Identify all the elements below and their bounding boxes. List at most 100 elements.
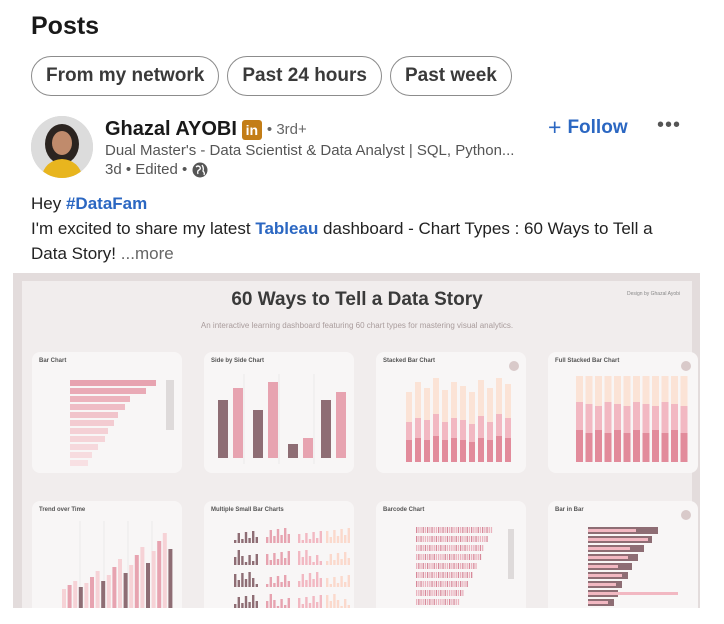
thumbnail-mark: [329, 554, 332, 565]
thumbnail-mark: [280, 535, 283, 543]
thumbnail-mark: [234, 574, 237, 587]
more-options-icon[interactable]: •••: [657, 114, 681, 137]
thumbnail-mark: [84, 583, 89, 608]
thumbnail-mark: [319, 531, 322, 543]
thumbnail-mark: [457, 581, 460, 587]
thumbnail-mark: [329, 584, 332, 587]
thumbnail-mark: [336, 583, 340, 587]
avatar[interactable]: [31, 116, 93, 178]
thumbnail-mark: [475, 527, 477, 533]
thumbnail-mark: [440, 572, 442, 578]
thumbnail-mark: [488, 527, 490, 533]
dashboard-title: 60 Ways to Tell a Data Story: [231, 289, 483, 310]
thumbnail-mark: [435, 572, 438, 578]
thumbnail-mark: [273, 583, 276, 587]
filter-from-my-network[interactable]: From my network: [31, 56, 220, 96]
post-text-body: I'm excited to share my latest Tableau d…: [31, 216, 691, 266]
thumbnail-mark: [237, 580, 240, 587]
thumbnail-mark: [420, 554, 422, 560]
filter-past-24-hours[interactable]: Past 24 hours: [227, 56, 382, 96]
thumbnail-mark: [416, 590, 418, 596]
thumbnail-mark: [451, 545, 453, 551]
see-more-link[interactable]: ...more: [121, 244, 174, 263]
author-name[interactable]: Ghazal AYOBI: [105, 118, 237, 141]
thumbnail-mark: [588, 592, 678, 595]
follow-button[interactable]: + Follow: [548, 116, 628, 139]
thumbnail-mark: [118, 559, 122, 608]
thumbnail-mark: [252, 561, 255, 565]
thumbnail-mark: [444, 599, 446, 605]
bar-chart-thumbnail: [70, 380, 174, 466]
thumbnail-mark: [344, 552, 347, 565]
thumbnail-mark: [427, 590, 429, 596]
thumbnail-mark: [471, 536, 473, 542]
dashboard-credit: Design by Ghazal Ayobi: [627, 291, 680, 297]
thumbnail-mark: [418, 536, 420, 542]
thumbnail-mark: [442, 554, 444, 560]
thumbnail-mark: [287, 534, 290, 543]
thumbnail-mark: [420, 536, 422, 542]
thumbnail-mark: [453, 590, 455, 596]
thumbnail-mark: [435, 536, 438, 542]
tableau-link[interactable]: Tableau: [255, 219, 318, 238]
thumbnail-mark: [305, 597, 308, 608]
hashtag-link[interactable]: #DataFam: [66, 194, 147, 213]
thumbnail-mark: [455, 554, 457, 560]
thumbnail-mark: [442, 545, 444, 551]
card-barcode-chart: Barcode Chart: [376, 501, 526, 608]
thumbnail-mark: [424, 545, 427, 551]
thumbnail-mark: [429, 572, 431, 578]
author-headline: Dual Master's - Data Scientist & Data An…: [105, 142, 515, 159]
thumbnail-mark: [652, 430, 659, 462]
thumbnail-mark: [585, 433, 593, 462]
thumbnail-mark: [442, 572, 444, 578]
card-side-by-side-chart: Side by Side Chart: [204, 352, 354, 473]
thumbnail-mark: [301, 574, 304, 587]
card-multiple-small-bar-charts: Multiple Small Bar Charts: [204, 501, 354, 608]
thumbnail-mark: [422, 590, 424, 596]
thumbnail-mark: [244, 596, 248, 608]
thumbnail-mark: [73, 581, 78, 608]
thumbnail-mark: [255, 601, 258, 608]
thumbnail-mark: [340, 606, 343, 608]
thumbnail-mark: [344, 599, 347, 608]
post-image[interactable]: 60 Ways to Tell a Data Story Design by G…: [13, 273, 700, 608]
thumbnail-mark: [475, 563, 477, 569]
thumbnail-mark: [420, 563, 422, 569]
thumbnail-mark: [248, 555, 251, 565]
thumbnail-mark: [344, 582, 347, 587]
thumbnail-mark: [468, 545, 471, 551]
thumbnail-mark: [442, 590, 444, 596]
thumbnail-mark: [588, 556, 628, 559]
thumbnail-mark: [234, 604, 237, 608]
thumbnail-mark: [276, 606, 280, 608]
thumbnail-mark: [422, 527, 424, 533]
thumbnail-mark: [457, 563, 460, 569]
thumbnail-mark: [106, 575, 111, 608]
thumbnail-mark: [477, 536, 479, 542]
thumbnail-mark: [273, 536, 276, 543]
thumbnail-mark: [455, 581, 457, 587]
thumbnail-mark: [444, 527, 446, 533]
thumbnail-mark: [336, 553, 340, 565]
thumbnail-mark: [305, 533, 308, 543]
thumbnail-mark: [431, 563, 433, 569]
thumbnail-mark: [308, 573, 312, 587]
thumbnail-mark: [457, 554, 460, 560]
thumbnail-mark: [244, 579, 248, 587]
thumbnail-mark: [473, 527, 475, 533]
thumbnail-mark: [446, 554, 449, 560]
thumbnail-mark: [168, 549, 173, 608]
thumbnail-mark: [420, 581, 422, 587]
thumbnail-mark: [418, 599, 420, 605]
thumbnail-mark: [451, 554, 453, 560]
thumbnail-mark: [466, 545, 468, 551]
thumbnail-mark: [424, 590, 427, 596]
thumbnail-mark: [449, 572, 451, 578]
thumbnail-mark: [280, 599, 283, 608]
thumbnail-mark: [284, 558, 287, 565]
thumbnail-mark: [146, 563, 150, 608]
filter-past-week[interactable]: Past week: [389, 56, 512, 96]
thumbnail-mark: [316, 602, 319, 608]
thumbnail-mark: [466, 572, 468, 578]
